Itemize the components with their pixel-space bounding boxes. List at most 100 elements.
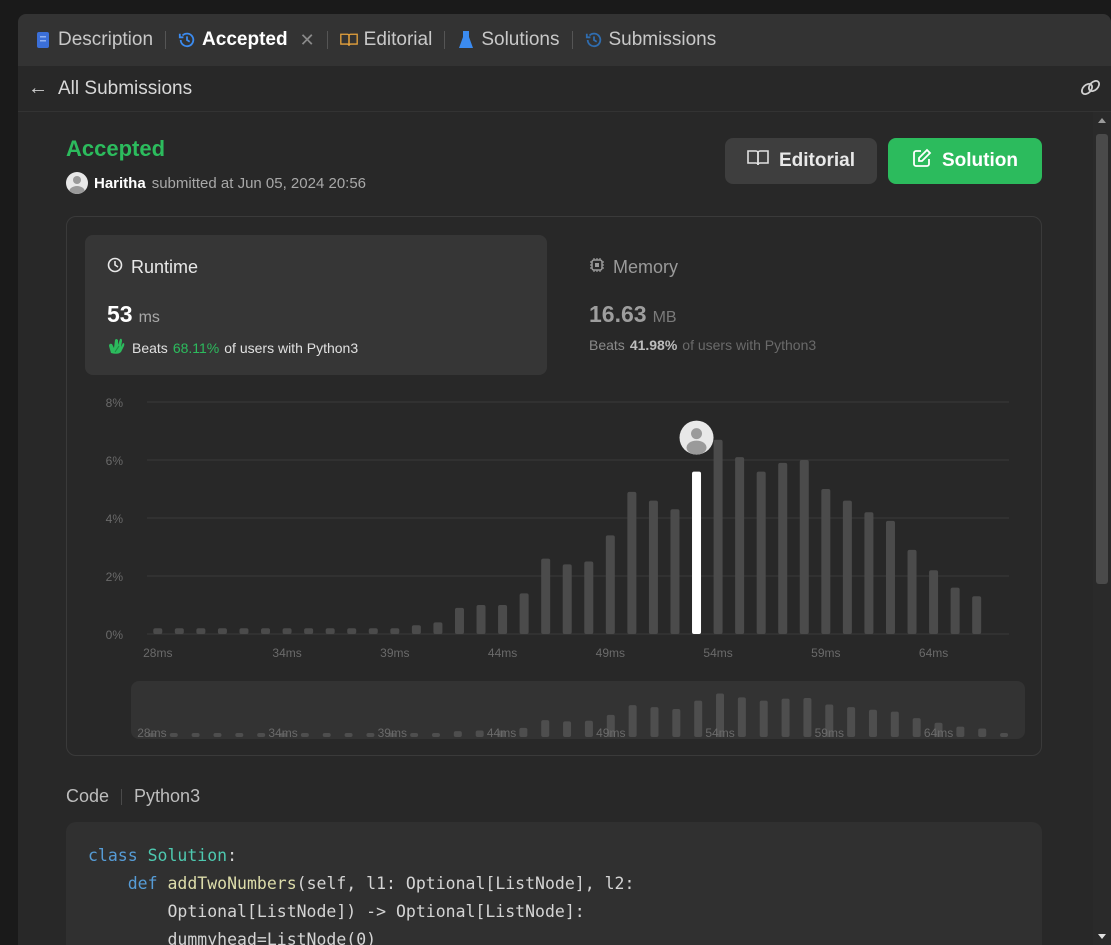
code-class-name: Solution (147, 846, 228, 865)
overview-bar (453, 731, 462, 737)
chart-bar (648, 500, 658, 634)
submission-status: Accepted (66, 136, 166, 161)
x-tick-label: 64ms (919, 646, 948, 660)
overview-bar (584, 720, 593, 737)
code-line: dummyhead=ListNode(0) (88, 926, 1020, 945)
overview-tick-label: 59ms (815, 726, 844, 740)
overview-bar (344, 733, 353, 737)
code-keyword: def (127, 874, 158, 893)
overview-tick-label: 44ms (487, 726, 516, 740)
chart-bar (735, 457, 745, 634)
chart-bar (929, 570, 939, 634)
overview-bar (737, 697, 746, 737)
overview-bar (235, 733, 244, 737)
code-punct: : (227, 846, 238, 865)
flask-icon (457, 31, 475, 49)
editorial-button[interactable]: Editorial (725, 138, 877, 184)
chart-bar (627, 491, 637, 634)
all-submissions-link[interactable]: All Submissions (58, 78, 192, 100)
x-tick-label: 28ms (143, 646, 172, 660)
submitted-time: submitted at Jun 05, 2024 20:56 (151, 174, 367, 192)
chart-bar (325, 628, 335, 634)
submission-panel: ← All Submissions Accepted Haritha submi… (18, 66, 1111, 945)
overview-bar (1000, 733, 1009, 737)
x-tick-label: 44ms (488, 646, 517, 660)
overview-bar (781, 698, 790, 737)
chart-bar (261, 628, 271, 634)
overview-bar (694, 700, 703, 737)
tab-divider (165, 31, 167, 49)
close-icon[interactable]: ✕ (300, 30, 315, 51)
performance-card: Runtime 53 ms Beats 68.11% of users with… (66, 216, 1042, 756)
tab-accepted[interactable]: Accepted ✕ (178, 14, 315, 66)
overview-bar (803, 698, 812, 737)
code-text: Optional[ListNode]) -> Optional[ListNode… (167, 902, 585, 921)
overview-bar (322, 733, 331, 737)
chart-bar (584, 561, 594, 634)
chart-bar (174, 628, 184, 634)
code-line: class Solution: (88, 842, 1020, 870)
overview-bar (563, 721, 572, 737)
overview-bar (650, 707, 659, 737)
scroll-up-icon[interactable] (1098, 118, 1106, 123)
avatar-head (691, 428, 703, 440)
chart-bar (519, 593, 529, 634)
chart-bar (368, 628, 378, 634)
chart-bar (562, 564, 572, 634)
chart-bar (347, 628, 357, 634)
x-tick-label: 54ms (703, 646, 732, 660)
editorial-button-label: Editorial (778, 150, 855, 171)
overview-tick-label: 64ms (924, 726, 953, 740)
tab-solutions-label: Solutions (481, 29, 560, 50)
overview-bar (410, 733, 419, 737)
overview-bar (978, 728, 987, 737)
runtime-distribution-chart[interactable]: 0% 2% 4% 6% 8% 28ms 34ms 39ms 44ms 49ms 54ms 59ms 64… (67, 217, 1043, 757)
y-tick-label: 0% (106, 628, 124, 642)
chart-bar (153, 628, 163, 634)
code-params: (self, l1: Optional[ListNode], l2: (296, 874, 635, 893)
arrow-left-icon[interactable]: ← (28, 77, 48, 100)
overview-bar (475, 730, 484, 737)
link-icon[interactable] (1079, 78, 1103, 103)
submitter-username[interactable]: Haritha (94, 175, 146, 192)
tab-editorial-label: Editorial (363, 29, 433, 50)
tab-editorial[interactable]: Editorial (339, 14, 433, 66)
chart-bar (390, 628, 400, 634)
overview-bar (847, 707, 856, 737)
scroll-down-icon[interactable] (1098, 934, 1106, 939)
overview-bar (890, 711, 899, 737)
y-tick-label: 8% (106, 396, 124, 410)
chart-bar (778, 462, 788, 634)
code-header: Code Python3 (66, 786, 200, 807)
code-block[interactable]: class Solution: def addTwoNumbers(self, … (66, 822, 1042, 945)
overview-bar (956, 726, 965, 737)
chart-bar (476, 605, 486, 634)
tab-submissions-label: Submissions (608, 29, 717, 50)
overview-bar (759, 700, 768, 737)
x-tick-label: 49ms (596, 646, 625, 660)
chart-bar (670, 509, 680, 634)
chart-bar (304, 628, 314, 634)
overview-tick-label: 39ms (378, 726, 407, 740)
avatar[interactable] (66, 172, 88, 194)
submissions-subbar: ← All Submissions (18, 66, 1111, 112)
solution-button[interactable]: Solution (888, 138, 1042, 184)
scrollbar-thumb[interactable] (1096, 134, 1108, 584)
chart-bar (756, 471, 766, 634)
overview-bar (541, 720, 550, 737)
overview-bar (912, 718, 921, 737)
tab-solutions[interactable]: Solutions (457, 14, 560, 66)
tab-submissions[interactable]: Submissions (585, 14, 717, 66)
overview-bar (191, 733, 200, 737)
overview-tick-label: 49ms (596, 726, 625, 740)
code-keyword: class (88, 846, 138, 865)
history-icon (178, 31, 196, 49)
solution-button-label: Solution (942, 150, 1018, 171)
overview-bar (672, 709, 681, 737)
book-icon (339, 31, 358, 49)
scrollbar[interactable] (1093, 112, 1111, 945)
overview-bar (257, 733, 266, 737)
tab-description[interactable]: Description (34, 14, 153, 66)
overview-tick-label: 54ms (705, 726, 734, 740)
code-text: dummyhead=ListNode(0) (167, 930, 377, 945)
